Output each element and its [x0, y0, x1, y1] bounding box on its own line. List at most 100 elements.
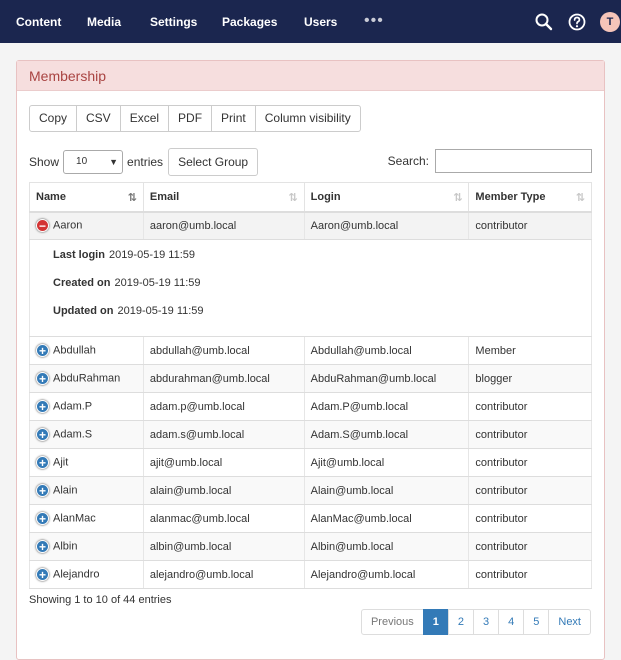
page-5-button[interactable]: 5 — [523, 609, 550, 635]
cell-email: alanmac@umb.local — [143, 504, 305, 533]
table-row[interactable]: + Albin albin@umb.local Albin@umb.local c… — [29, 532, 592, 561]
table-row[interactable]: + Alejandro alejandro@umb.local Alejandro… — [29, 560, 592, 589]
cell-email: adam.s@umb.local — [143, 420, 305, 449]
cell-member-type: blogger — [468, 364, 592, 393]
cell-member-type: contributor — [468, 211, 592, 240]
page-1-button[interactable]: 1 — [422, 609, 449, 635]
cell-name: + AbduRahman — [29, 364, 144, 393]
sort-icon: ⇅ — [453, 192, 463, 204]
help-icon[interactable] — [567, 12, 587, 32]
cell-login: Alain@umb.local — [304, 476, 470, 505]
nav-media[interactable]: Media — [87, 15, 121, 29]
column-header-name[interactable]: Name ⇅ — [29, 182, 144, 213]
expand-row-icon[interactable]: + — [36, 372, 49, 385]
table-row[interactable]: + Adam.S adam.s@umb.local Adam.S@umb.loca… — [29, 420, 592, 449]
collapse-row-icon[interactable]: − — [36, 219, 49, 233]
cell-email: abdullah@umb.local — [143, 336, 305, 365]
nav-more-button[interactable]: ••• — [364, 12, 384, 30]
nav-content[interactable]: Content — [16, 15, 61, 29]
cell-member-type: contributor — [468, 476, 592, 505]
cell-email: adam.p@umb.local — [143, 392, 305, 421]
nav-users[interactable]: Users — [304, 15, 337, 29]
sort-icon: ⇅ — [575, 192, 585, 204]
cell-email: ajit@umb.local — [143, 448, 305, 477]
table-row[interactable]: + Ajit ajit@umb.local Ajit@umb.local cont… — [29, 448, 592, 477]
cell-login: Abdullah@umb.local — [304, 336, 470, 365]
table-row[interactable]: + Alain alain@umb.local Alain@umb.local c… — [29, 476, 592, 505]
entries-select-value: 10 — [76, 156, 88, 167]
column-header-login[interactable]: Login ⇅ — [304, 182, 470, 213]
csv-button[interactable]: CSV — [76, 105, 121, 132]
cell-login: Ajit@umb.local — [304, 448, 470, 477]
caret-down-icon: ▼ — [109, 157, 119, 167]
detail-created-on: Created on 2019-05-19 11:59 — [53, 277, 201, 289]
search-input[interactable] — [435, 149, 592, 173]
cell-name: − Aaron — [29, 211, 144, 240]
cell-login: Albin@umb.local — [304, 532, 470, 561]
cell-login: Alejandro@umb.local — [304, 560, 470, 589]
pagination: Previous 1 2 3 4 5 Next — [360, 609, 591, 635]
next-page-button[interactable]: Next — [548, 609, 591, 635]
sort-icon: ⇅ — [288, 192, 298, 204]
column-header-member-type[interactable]: Member Type ⇅ — [468, 182, 592, 213]
nav-packages[interactable]: Packages — [222, 15, 277, 29]
sort-ascending-icon: ⇅ — [127, 192, 137, 204]
column-header-email[interactable]: Email ⇅ — [143, 182, 305, 213]
search-label: Search: — [387, 154, 429, 168]
show-label: Show — [29, 155, 60, 169]
expand-row-icon[interactable]: + — [36, 400, 49, 413]
table-row[interactable]: + AbduRahman abdurahman@umb.local AbduRah… — [29, 364, 592, 393]
cell-name: + Ajit — [29, 448, 144, 477]
table-row[interactable]: + Adam.P adam.p@umb.local Adam.P@umb.loca… — [29, 392, 592, 421]
cell-name: + Abdullah — [29, 336, 144, 365]
expand-row-icon[interactable]: + — [36, 428, 49, 441]
search-icon[interactable] — [534, 12, 554, 32]
child-details-list: Last login 2019-05-19 11:59 Created on 201… — [30, 240, 591, 336]
expand-row-icon[interactable]: + — [36, 540, 49, 553]
copy-button[interactable]: Copy — [29, 105, 78, 132]
expand-row-icon[interactable]: + — [36, 568, 49, 581]
select-group-button[interactable]: Select Group — [168, 148, 259, 176]
cell-login: Adam.S@umb.local — [304, 420, 470, 449]
detail-updated-on: Updated on 2019-05-19 11:59 — [53, 305, 204, 317]
cell-member-type: Member — [468, 336, 592, 365]
table-row[interactable]: + AlanMac alanmac@umb.local AlanMac@umb.l… — [29, 504, 592, 533]
panel-title: Membership — [17, 61, 604, 91]
entries-label: entries — [127, 155, 164, 169]
excel-button[interactable]: Excel — [119, 105, 170, 132]
print-button[interactable]: Print — [211, 105, 256, 132]
table-header-row: Name ⇅ Email ⇅ Login ⇅ Member Type ⇅ — [29, 182, 592, 213]
cell-email: alejandro@umb.local — [143, 560, 305, 589]
expand-row-icon[interactable]: + — [36, 456, 49, 469]
table-row[interactable]: + Abdullah abdullah@umb.local Abdullah@um… — [29, 336, 592, 365]
entries-select[interactable]: 10 ▼ — [63, 150, 124, 174]
cell-login: Adam.P@umb.local — [304, 392, 470, 421]
cell-member-type: contributor — [468, 504, 592, 533]
pdf-button[interactable]: PDF — [168, 105, 213, 132]
child-details-cell: Last login 2019-05-19 11:59 Created on 201… — [29, 239, 592, 337]
length-control: Show 10 ▼ entries Select Group — [29, 148, 259, 176]
page-2-button[interactable]: 2 — [447, 609, 474, 635]
table-info: Showing 1 to 10 of 44 entries — [29, 594, 172, 606]
members-table: Name ⇅ Email ⇅ Login ⇅ Member Type ⇅ − Aaron … — [29, 182, 592, 589]
page-3-button[interactable]: 3 — [473, 609, 500, 635]
expand-row-icon[interactable]: + — [36, 512, 49, 525]
cell-email: alain@umb.local — [143, 476, 305, 505]
column-visibility-button[interactable]: Column visibility — [254, 105, 361, 132]
nav-settings[interactable]: Settings — [150, 15, 197, 29]
cell-email: aaron@umb.local — [143, 211, 305, 240]
expand-row-icon[interactable]: + — [36, 344, 49, 357]
search-control: Search: — [388, 149, 592, 173]
cell-member-type: contributor — [468, 420, 592, 449]
previous-page-button[interactable]: Previous — [360, 609, 424, 635]
user-avatar[interactable]: T — [600, 12, 620, 32]
cell-name: + Albin — [29, 532, 144, 561]
child-details-row: Last login 2019-05-19 11:59 Created on 201… — [29, 239, 592, 337]
table-row-expanded[interactable]: − Aaron aaron@umb.local Aaron@umb.local c… — [29, 211, 592, 240]
cell-name: + Adam.P — [29, 392, 144, 421]
expand-row-icon[interactable]: + — [36, 484, 49, 497]
detail-last-login: Last login 2019-05-19 11:59 — [53, 249, 195, 261]
page-4-button[interactable]: 4 — [498, 609, 525, 635]
top-navigation: Content Media Settings Packages Users ••… — [0, 0, 621, 43]
membership-panel: Membership Copy CSV Excel PDF Print Colu… — [16, 60, 605, 660]
